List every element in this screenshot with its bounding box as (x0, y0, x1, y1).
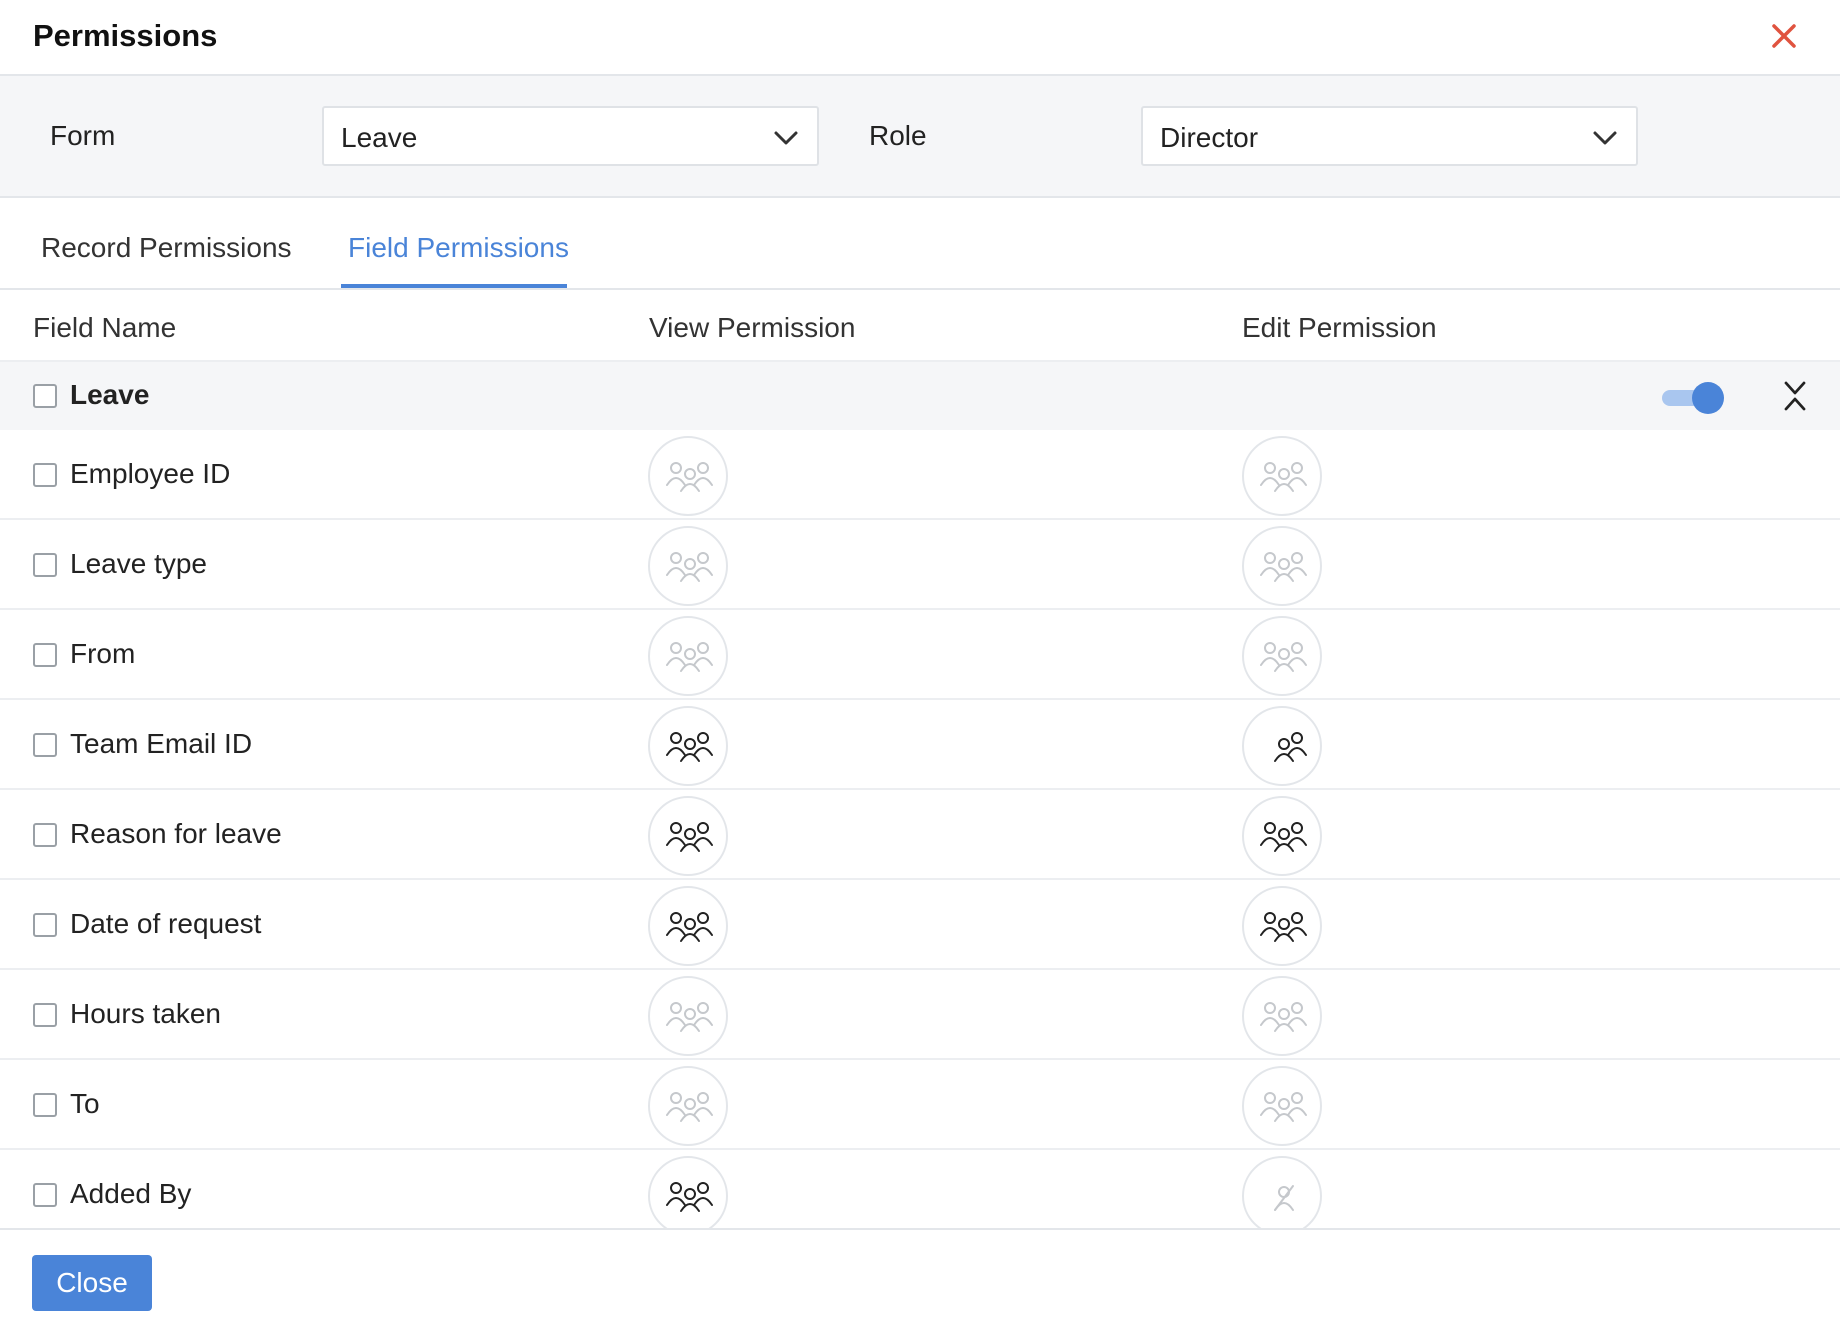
field-checkbox[interactable] (33, 1003, 57, 1027)
users-group-icon (666, 462, 713, 492)
view-permission-button[interactable] (648, 1066, 728, 1146)
field-name: Employee ID (70, 458, 231, 489)
view-permission-button[interactable] (648, 616, 728, 696)
users-group-icon (666, 912, 713, 942)
users-group-icon (1260, 912, 1307, 942)
field-list: Employee ID Leave type From Team Email ID Re… (0, 430, 1840, 1228)
view-permission-button[interactable] (648, 886, 728, 966)
field-name: Leave type (70, 548, 207, 579)
view-permission-button[interactable] (648, 976, 728, 1056)
users-group-icon (1260, 642, 1307, 672)
users-group-icon (666, 1092, 713, 1122)
table-row: To (0, 1060, 1840, 1150)
users-group-icon (1260, 822, 1307, 852)
users-group-icon (1260, 462, 1307, 492)
users-group-icon (666, 1182, 713, 1212)
edit-permission-button[interactable] (1242, 886, 1322, 966)
column-header-view-permission: View Permission (649, 312, 856, 343)
field-checkbox[interactable] (33, 823, 57, 847)
tab-bar: Record Permissions Field Permissions (0, 198, 1840, 290)
users-group-icon (1260, 552, 1307, 582)
users-group-icon (666, 552, 713, 582)
field-checkbox[interactable] (33, 913, 57, 937)
users-group-icon (666, 1002, 713, 1032)
edit-permission-button[interactable] (1242, 436, 1322, 516)
user-off-icon (1274, 1185, 1294, 1211)
form-label: Form (50, 120, 116, 151)
edit-permission-button[interactable] (1242, 796, 1322, 876)
collapse-icon[interactable] (1782, 379, 1808, 413)
dialog-footer: Close (0, 1228, 1840, 1342)
field-name: Hours taken (70, 998, 221, 1029)
table-row: From (0, 610, 1840, 700)
table-row: Team Email ID (0, 700, 1840, 790)
role-select[interactable]: Director (1141, 106, 1638, 166)
group-toggle[interactable] (1662, 382, 1724, 414)
edit-permission-button[interactable] (1242, 616, 1322, 696)
field-checkbox[interactable] (33, 463, 57, 487)
field-name: Team Email ID (70, 728, 253, 759)
tab-record-permissions[interactable]: Record Permissions (41, 232, 292, 264)
edit-permission-button[interactable] (1242, 706, 1322, 786)
field-checkbox[interactable] (33, 733, 57, 757)
group-name: Leave (70, 379, 150, 410)
view-permission-button[interactable] (648, 796, 728, 876)
field-name: To (70, 1088, 100, 1119)
users-group-icon (666, 642, 713, 672)
table-row: Date of request (0, 880, 1840, 970)
view-permission-button[interactable] (648, 436, 728, 516)
active-tab-indicator (341, 284, 567, 288)
close-button[interactable]: Close (32, 1255, 152, 1311)
field-checkbox[interactable] (33, 643, 57, 667)
dialog-header: Permissions (0, 0, 1840, 76)
dialog-title: Permissions (33, 18, 218, 53)
edit-permission-button[interactable] (1242, 526, 1322, 606)
users-group-icon (1274, 732, 1307, 762)
permissions-dialog: Permissions Form Leave Role Director Rec… (0, 0, 1840, 1342)
table-header: Field Name View Permission Edit Permissi… (0, 290, 1840, 362)
close-icon[interactable] (1766, 18, 1802, 54)
chevron-down-icon (774, 131, 798, 145)
form-select[interactable]: Leave (322, 106, 819, 166)
users-group-icon (1260, 1002, 1307, 1032)
field-checkbox[interactable] (33, 1183, 57, 1207)
users-group-icon (666, 732, 713, 762)
tab-field-permissions[interactable]: Field Permissions (348, 232, 569, 264)
toggle-knob (1692, 382, 1724, 414)
field-checkbox[interactable] (33, 1093, 57, 1117)
filter-bar: Form Leave Role Director (0, 76, 1840, 198)
edit-permission-button[interactable] (1242, 1156, 1322, 1228)
field-checkbox[interactable] (33, 553, 57, 577)
edit-permission-button[interactable] (1242, 976, 1322, 1056)
edit-permission-button[interactable] (1242, 1066, 1322, 1146)
field-name: Reason for leave (70, 818, 282, 849)
field-name: From (70, 638, 136, 669)
chevron-down-icon (1593, 131, 1617, 145)
table-row: Reason for leave (0, 790, 1840, 880)
table-row: Employee ID (0, 430, 1840, 520)
role-select-value: Director (1160, 122, 1259, 153)
users-group-icon (666, 822, 713, 852)
view-permission-button[interactable] (648, 526, 728, 606)
view-permission-button[interactable] (648, 1156, 728, 1228)
view-permission-button[interactable] (648, 706, 728, 786)
group-checkbox[interactable] (33, 384, 57, 408)
column-header-field-name: Field Name (33, 312, 177, 343)
role-label: Role (869, 120, 927, 151)
users-group-icon (1260, 1092, 1307, 1122)
form-select-value: Leave (341, 122, 418, 153)
group-row-leave: Leave (0, 362, 1840, 430)
table-row: Added By (0, 1150, 1840, 1228)
column-header-edit-permission: Edit Permission (1242, 312, 1437, 343)
table-row: Leave type (0, 520, 1840, 610)
table-row: Hours taken (0, 970, 1840, 1060)
field-name: Added By (70, 1178, 192, 1209)
field-name: Date of request (70, 908, 262, 939)
